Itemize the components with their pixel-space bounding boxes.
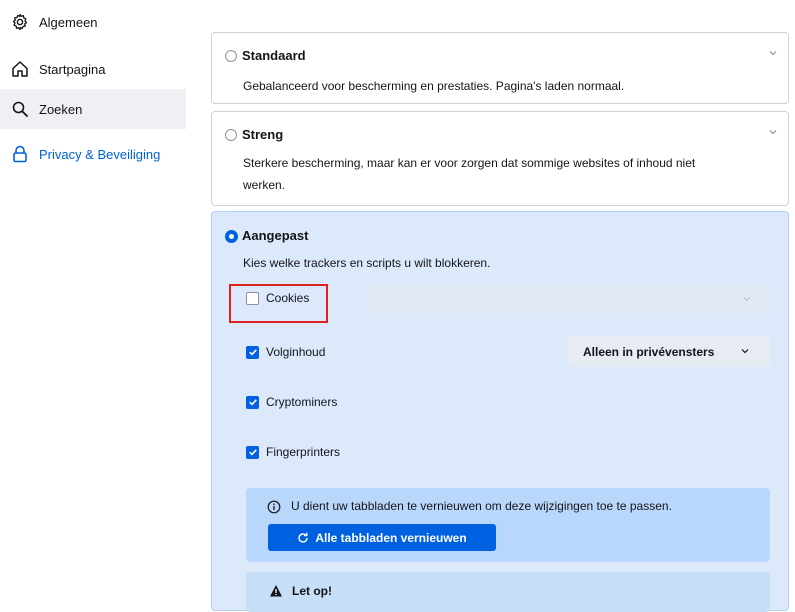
tracking-content-option[interactable]: Volginhoud — [246, 342, 325, 362]
fingerprinters-label: Fingerprinters — [266, 445, 341, 459]
strict-title: Streng — [242, 127, 284, 142]
red-highlight-box — [229, 284, 328, 323]
tracking-content-checkbox[interactable] — [246, 345, 259, 359]
custom-radio[interactable] — [225, 230, 238, 243]
reload-button-label: Alle tabbladen vernieuwen — [315, 530, 467, 545]
fingerprinters-option[interactable]: Fingerprinters — [246, 442, 340, 462]
sidebar: Algemeen Startpagina Zoeken Privacy & Be… — [0, 0, 186, 596]
sidebar-item-privacy[interactable]: Privacy & Beveiliging — [0, 134, 186, 174]
reload-notice: U dient uw tabbladen te vernieuwen om de… — [246, 488, 770, 562]
sidebar-item-startpagina[interactable]: Startpagina — [0, 49, 186, 89]
chevron-down-icon — [741, 349, 749, 354]
tracking-content-select[interactable]: Alleen in privévensters — [568, 336, 770, 367]
protection-strict-card[interactable]: Streng Sterkere bescherming, maar kan er… — [211, 111, 789, 206]
strict-description-line2: werken. — [243, 178, 286, 192]
tracking-content-label: Volginhoud — [266, 345, 326, 359]
reload-all-tabs-button[interactable]: Alle tabbladen vernieuwen — [268, 524, 496, 551]
fingerprinters-checkbox[interactable] — [246, 445, 259, 459]
sidebar-item-algemeen[interactable]: Algemeen — [0, 2, 186, 42]
gear-icon — [10, 12, 30, 32]
protection-standard-card[interactable]: Standaard Gebalanceerd voor bescherming … — [211, 32, 789, 104]
standard-description: Gebalanceerd voor bescherming en prestat… — [243, 79, 625, 93]
sidebar-item-label: Privacy & Beveiliging — [39, 146, 161, 162]
sidebar-item-label: Algemeen — [39, 14, 98, 30]
custom-subtitle: Kies welke trackers en scripts u wilt bl… — [243, 256, 491, 270]
cryptominers-option[interactable]: Cryptominers — [246, 392, 337, 412]
cryptominers-checkbox[interactable] — [246, 395, 259, 409]
strict-description-line1: Sterkere bescherming, maar kan er voor z… — [243, 156, 696, 170]
lock-icon — [10, 144, 30, 164]
chevron-down-icon — [743, 297, 751, 302]
chevron-down-icon[interactable] — [768, 48, 778, 58]
home-icon — [10, 59, 30, 79]
standard-radio[interactable] — [225, 50, 237, 62]
reload-icon — [297, 532, 309, 544]
custom-title: Aangepast — [242, 228, 309, 243]
warning-box: Let op! — [246, 572, 770, 612]
sidebar-item-zoeken[interactable]: Zoeken — [0, 89, 186, 129]
chevron-down-icon[interactable] — [768, 127, 778, 137]
strict-radio[interactable] — [225, 129, 237, 141]
tracking-select-value: Alleen in privévensters — [583, 344, 715, 359]
standard-title: Standaard — [242, 48, 306, 63]
reload-notice-text: U dient uw tabbladen te vernieuwen om de… — [291, 499, 672, 513]
cryptominers-label: Cryptominers — [266, 395, 338, 409]
cookies-select — [369, 285, 770, 313]
sidebar-item-label: Startpagina — [39, 61, 106, 77]
search-icon — [10, 99, 30, 119]
info-icon — [267, 500, 281, 514]
sidebar-item-label: Zoeken — [39, 101, 83, 117]
